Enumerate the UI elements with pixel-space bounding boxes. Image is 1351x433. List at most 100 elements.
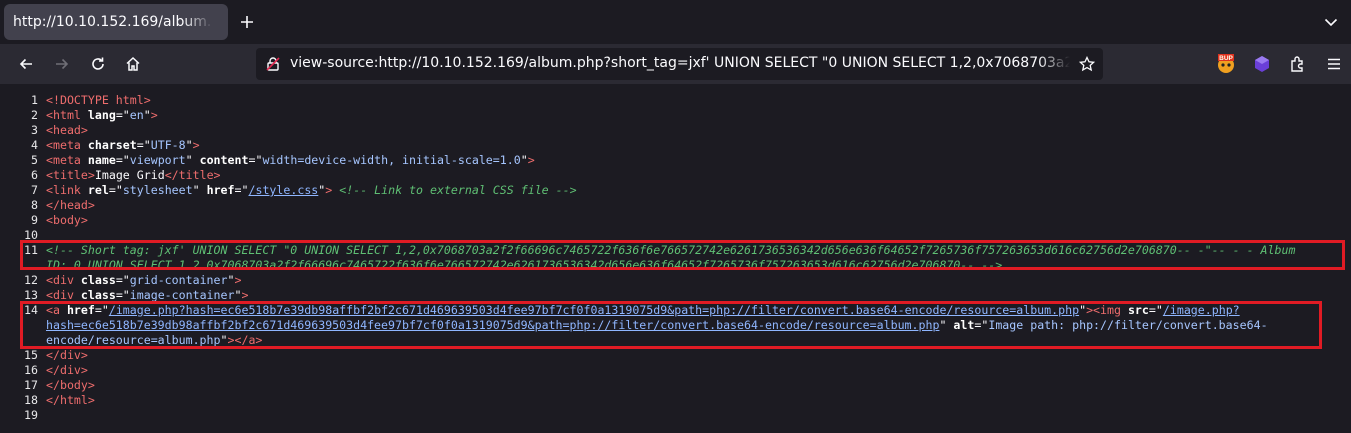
code-token: >	[192, 138, 200, 152]
line-code: <body>	[46, 213, 88, 228]
line-code: <meta charset="UTF-8">	[46, 138, 200, 153]
code-token: <!-- Link to external CSS file -->	[339, 183, 577, 197]
bookmark-button[interactable]	[1077, 54, 1097, 74]
list-all-tabs-button[interactable]	[1317, 8, 1345, 36]
code-token: <!DOCTYPE html>	[46, 93, 151, 107]
code-token: </title>	[164, 168, 221, 182]
purple-extension-button[interactable]	[1248, 50, 1276, 78]
code-token: ="	[108, 183, 123, 197]
code-token: "	[185, 153, 200, 167]
star-icon	[1079, 56, 1095, 72]
code-token: >	[325, 183, 340, 197]
code-token: <meta	[46, 138, 88, 152]
line-code: <!DOCTYPE html>	[46, 93, 151, 108]
line-number: 5	[31, 153, 38, 167]
line-number: 12	[24, 273, 38, 287]
line-code: <head>	[46, 123, 88, 138]
code-token: grid-container	[129, 273, 228, 287]
line-number: 17	[24, 378, 38, 392]
back-button[interactable]	[10, 48, 42, 80]
code-token: "	[185, 138, 193, 152]
code-token: "	[192, 183, 207, 197]
burp-extension-button[interactable]: BUP	[1212, 50, 1240, 78]
code-token: <link	[46, 183, 88, 197]
code-token: </html>	[46, 393, 95, 407]
line-code: <link rel="stylesheet" href="/style.css"…	[46, 183, 577, 198]
code-token: ="	[115, 153, 130, 167]
code-token: href	[206, 183, 235, 197]
code-token: lang	[87, 108, 116, 122]
arrow-left-icon	[19, 58, 32, 70]
code-token: stylesheet	[122, 183, 193, 197]
source-link[interactable]: /style.css	[248, 183, 318, 197]
line-code: </body>	[46, 378, 95, 393]
address-bar[interactable]: view-source:http://10.10.152.169/album.p…	[256, 48, 1103, 80]
chevron-down-icon	[1324, 18, 1338, 27]
code-token: en	[129, 108, 144, 122]
code-token: <title>	[46, 168, 95, 182]
code-token: <body>	[46, 213, 88, 227]
puzzle-icon	[1291, 56, 1303, 72]
code-token: width=device-width, initial-scale=1.0	[262, 153, 521, 167]
line-number: 4	[31, 138, 38, 152]
line-number: 9	[31, 213, 38, 227]
line-code: </div>	[46, 348, 88, 363]
arrow-right-icon	[56, 58, 69, 70]
line-number: 1	[31, 93, 38, 107]
code-token: >	[150, 108, 158, 122]
code-token: class	[80, 288, 116, 302]
burp-extension-icon: BUP	[1218, 54, 1234, 73]
line-number: 3	[31, 123, 38, 137]
code-token: </div>	[46, 363, 88, 377]
line-code: <meta name="viewport" content="width=dev…	[46, 153, 535, 168]
svg-text:BUP: BUP	[1219, 55, 1233, 62]
code-token: "	[143, 108, 151, 122]
code-token: <html	[46, 108, 88, 122]
line-code: </html>	[46, 393, 95, 408]
code-token: ="	[115, 108, 130, 122]
reload-icon	[92, 57, 104, 70]
url-text[interactable]: view-source:http://10.10.152.169/album.p…	[290, 55, 1070, 71]
code-token: class	[80, 273, 116, 287]
code-token: ="	[234, 183, 249, 197]
line-code: </head>	[46, 198, 95, 213]
tab-active[interactable]: http://10.10.152.169/album.php	[4, 4, 228, 40]
code-token: viewport	[129, 153, 186, 167]
purple-cube-extension-icon	[1255, 56, 1269, 72]
code-token: <div	[46, 273, 81, 287]
site-info-button[interactable]	[264, 55, 282, 73]
hamburger-menu-icon	[1328, 58, 1340, 70]
line-number: 18	[24, 393, 38, 407]
new-tab-button[interactable]	[233, 8, 261, 36]
plus-icon	[241, 16, 253, 28]
code-token: Image Grid	[94, 168, 165, 182]
line-number: 6	[31, 168, 38, 182]
line-code: </div>	[46, 363, 88, 378]
menu-button[interactable]	[1320, 50, 1348, 78]
code-token: charset	[87, 138, 137, 152]
code-token: ="	[248, 153, 263, 167]
line-number: 16	[24, 363, 38, 377]
line-number: 15	[24, 348, 38, 362]
navigation-toolbar: view-source:http://10.10.152.169/album.p…	[0, 44, 1351, 84]
line-number: 19	[24, 408, 38, 422]
tab-title: http://10.10.152.169/album.php	[13, 14, 213, 30]
line-code: <html lang="en">	[46, 108, 158, 123]
code-token: </div>	[46, 348, 88, 362]
home-button[interactable]	[117, 48, 149, 80]
reload-button[interactable]	[82, 48, 114, 80]
line-number: 7	[31, 183, 38, 197]
code-token: >	[241, 288, 249, 302]
line-code: <title>Image Grid</title>	[46, 168, 221, 183]
insecure-lock-icon	[266, 57, 280, 71]
forward-button[interactable]	[46, 48, 78, 80]
code-token: image-container	[129, 288, 235, 302]
code-token: >	[527, 153, 535, 167]
extensions-button[interactable]	[1284, 50, 1312, 78]
tab-strip: http://10.10.152.169/album.php	[0, 0, 1351, 44]
code-token: </head>	[46, 198, 95, 212]
code-token: ="	[115, 273, 130, 287]
line-code: <div class="grid-container">	[46, 273, 241, 288]
code-token: <meta	[46, 153, 88, 167]
home-icon	[126, 56, 140, 71]
